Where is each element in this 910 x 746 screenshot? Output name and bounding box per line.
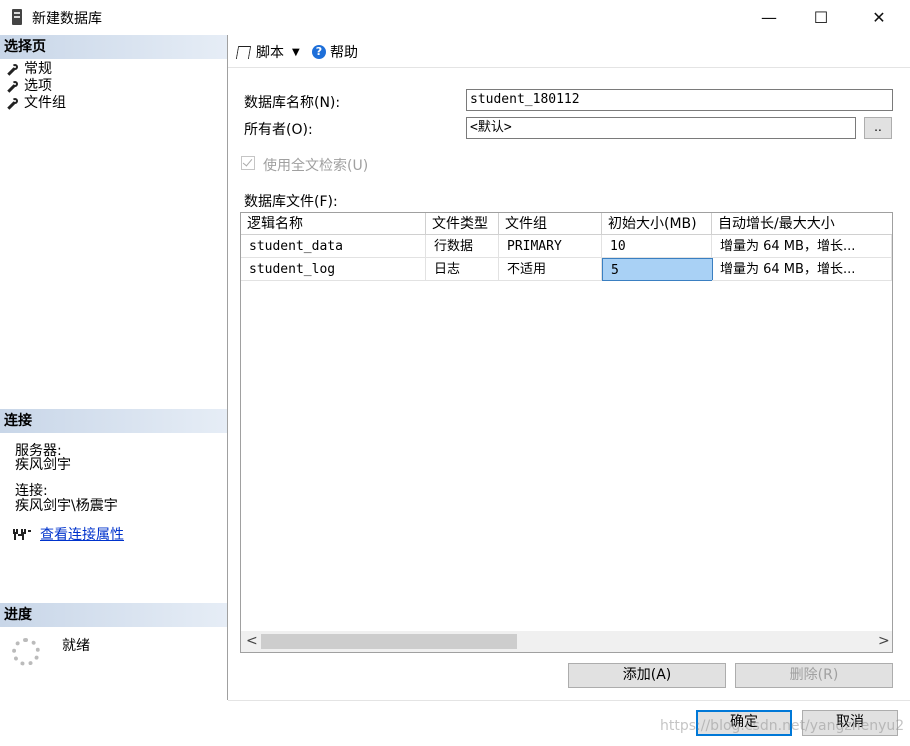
sidebar-item-options[interactable]: 选项 xyxy=(6,78,52,95)
scroll-left-icon[interactable]: < xyxy=(246,633,258,649)
close-button[interactable]: ✕ xyxy=(856,0,902,34)
minimize-button[interactable]: — xyxy=(746,0,792,34)
fulltext-checkbox[interactable] xyxy=(241,156,255,170)
left-panel: 选择页 常规 选项 文件组 连接 服务器: 疾风剑宇 连接: 疾风剑宇\杨震宇 … xyxy=(0,35,228,700)
column-header-logical-name[interactable]: 逻辑名称 xyxy=(241,213,426,235)
column-header-initial-size[interactable]: 初始大小(MB) xyxy=(602,213,712,235)
db-name-label: 数据库名称(N): xyxy=(244,95,341,111)
script-label: 脚本 xyxy=(256,45,284,61)
connection-value: 疾风剑宇\杨震宇 xyxy=(15,498,118,514)
scroll-right-icon[interactable]: > xyxy=(878,633,890,649)
title-bar: 新建数据库 — ☐ ✕ xyxy=(0,0,910,34)
files-label: 数据库文件(F): xyxy=(244,194,338,210)
chevron-down-icon[interactable]: ▼ xyxy=(292,47,300,58)
table-cell[interactable]: 日志 xyxy=(426,258,499,281)
sidebar-item-label: 文件组 xyxy=(24,95,66,111)
window-title: 新建数据库 xyxy=(32,11,102,27)
footer-divider xyxy=(228,700,910,701)
owner-label: 所有者(O): xyxy=(244,122,313,138)
db-name-input[interactable]: student_180112 xyxy=(466,89,893,111)
sidebar-item-label: 选项 xyxy=(24,78,52,94)
sidebar-item-label: 常规 xyxy=(24,61,52,77)
wrench-icon xyxy=(6,97,18,110)
wrench-icon xyxy=(6,80,18,93)
table-cell[interactable]: student_log xyxy=(241,258,426,281)
toolbar: 脚本 ▼ ? 帮助 xyxy=(228,35,910,67)
wrench-icon xyxy=(6,63,18,76)
table-cell[interactable]: 10 xyxy=(602,235,712,258)
owner-input[interactable]: <默认> xyxy=(466,117,856,139)
scrollbar-thumb[interactable] xyxy=(261,634,517,649)
sidebar-item-general[interactable]: 常规 xyxy=(6,61,52,78)
owner-browse-button[interactable]: .. xyxy=(864,117,892,139)
toolbar-divider xyxy=(228,67,910,68)
table-cell[interactable]: student_data xyxy=(241,235,426,258)
maximize-button[interactable]: ☐ xyxy=(798,0,844,34)
add-button[interactable]: 添加(A) xyxy=(568,663,726,688)
table-cell[interactable]: 行数据 xyxy=(426,235,499,258)
table-cell[interactable]: 增量为 64 MB，增长... xyxy=(712,235,892,258)
table-cell[interactable]: 不适用 xyxy=(499,258,602,281)
column-header-autogrowth[interactable]: 自动增长/最大大小 xyxy=(712,213,892,235)
initial-size-input[interactable]: 5 xyxy=(602,258,713,281)
script-icon xyxy=(235,45,252,59)
help-icon: ? xyxy=(312,45,326,59)
server-value: 疾风剑宇 xyxy=(15,457,71,473)
database-files-grid: 逻辑名称 文件类型 文件组 初始大小(MB) 自动增长/最大大小 student… xyxy=(240,212,893,653)
fulltext-label: 使用全文检索(U) xyxy=(263,158,369,174)
progress-spinner-icon xyxy=(12,638,40,666)
help-button[interactable]: ? 帮助 xyxy=(312,42,358,62)
script-button[interactable]: 脚本 ▼ xyxy=(235,42,300,62)
horizontal-scrollbar[interactable]: < > xyxy=(241,631,892,652)
watermark: https://blog.csdn.net/yangzhenyu2 xyxy=(660,718,905,734)
table-cell[interactable]: PRIMARY xyxy=(499,235,602,258)
sidebar-item-filegroups[interactable]: 文件组 xyxy=(6,95,66,112)
progress-header: 进度 xyxy=(0,603,227,627)
connection-properties-icon xyxy=(12,527,32,541)
remove-button[interactable]: 删除(R) xyxy=(735,663,893,688)
column-header-filegroup[interactable]: 文件组 xyxy=(499,213,602,235)
view-connection-properties-link[interactable]: 查看连接属性 xyxy=(40,524,124,544)
table-cell[interactable]: 增量为 64 MB，增长... xyxy=(712,258,892,281)
connect-header: 连接 xyxy=(0,409,227,433)
column-header-file-type[interactable]: 文件类型 xyxy=(426,213,499,235)
connection-label: 连接: xyxy=(15,483,48,499)
database-icon xyxy=(12,9,22,25)
select-page-header: 选择页 xyxy=(0,35,227,59)
help-label: 帮助 xyxy=(330,45,358,61)
progress-status: 就绪 xyxy=(62,638,90,654)
view-connection-properties: 查看连接属性 xyxy=(12,524,124,544)
